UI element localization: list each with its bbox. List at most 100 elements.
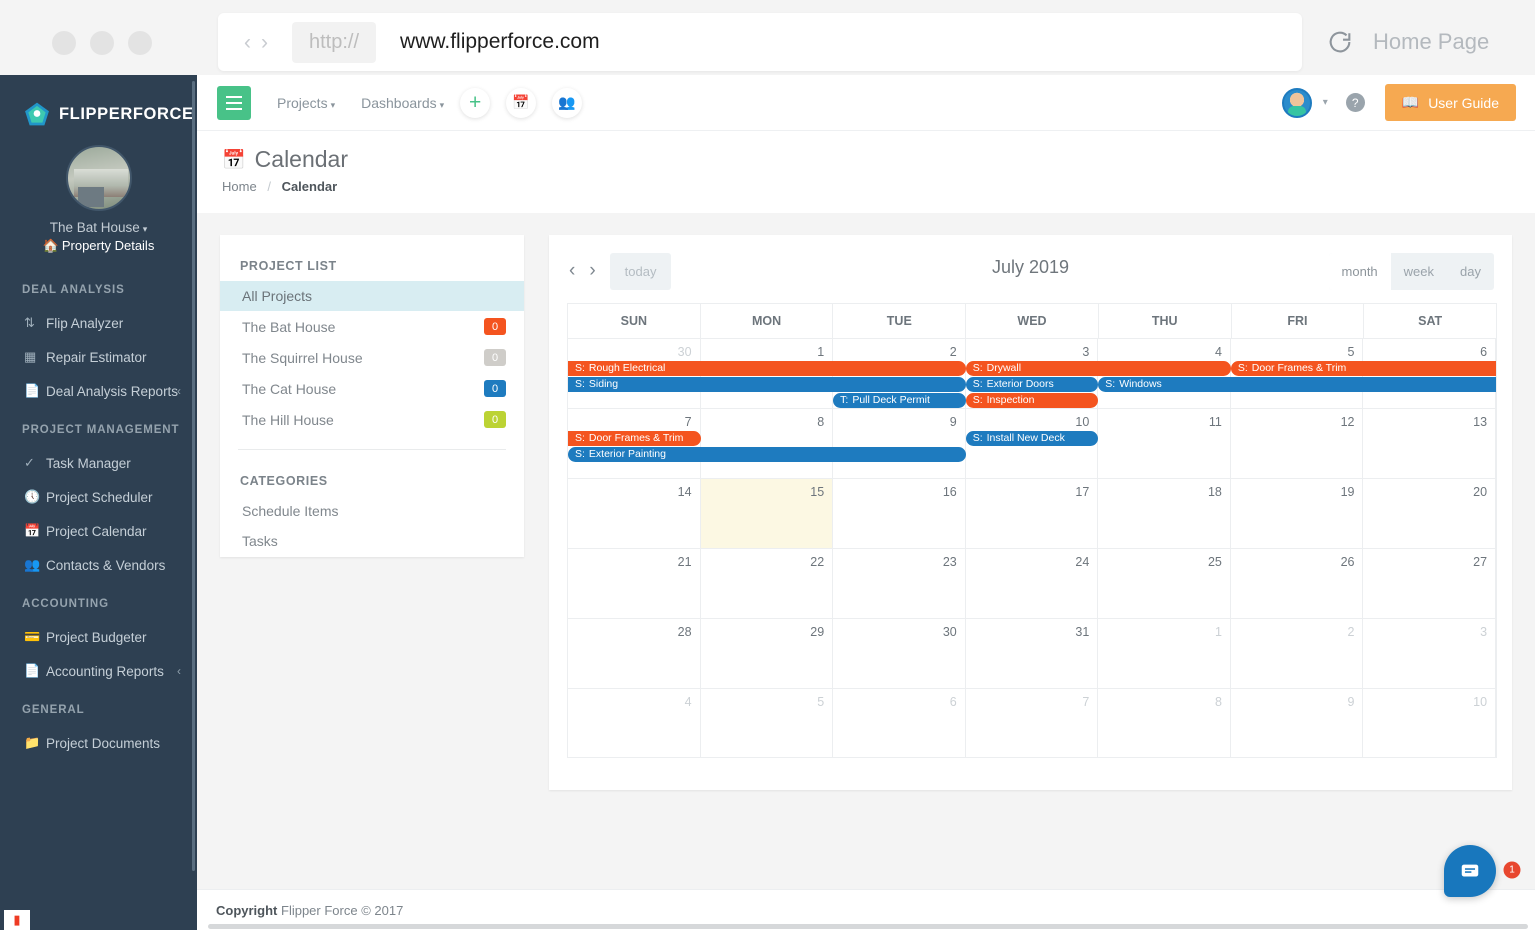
calendar-day-number: 4: [1214, 345, 1222, 359]
window-minimize-dot[interactable]: [90, 31, 114, 55]
current-project-selector[interactable]: The Bat House ▾: [0, 220, 197, 235]
calendar-day-cell[interactable]: 19: [1231, 479, 1364, 548]
calendar-day-cell[interactable]: 29: [701, 619, 834, 688]
calendar-event[interactable]: S: Drywall: [965, 361, 1231, 376]
sidebar-item-task-manager[interactable]: ✓ Task Manager: [0, 446, 197, 480]
calendar-day-cell[interactable]: 13: [1363, 409, 1497, 478]
forward-icon[interactable]: ›: [261, 32, 268, 53]
back-icon[interactable]: ‹: [244, 32, 251, 53]
window-maximize-dot[interactable]: [128, 31, 152, 55]
calendar-event[interactable]: S: Siding: [568, 377, 966, 392]
calendar-event[interactable]: S: Windows: [1098, 377, 1496, 392]
calendar-day-cell[interactable]: 2: [1231, 619, 1364, 688]
contacts-button[interactable]: 👥: [552, 87, 583, 118]
calendar-day-cell[interactable]: 9: [1231, 689, 1364, 757]
calendar-event[interactable]: T: Pull Deck Permit: [833, 393, 966, 408]
calendar-day-cell[interactable]: 30: [833, 619, 966, 688]
calendar-day-cell[interactable]: 10: [1363, 689, 1497, 757]
project-item-the-hill-house[interactable]: The Hill House 0: [220, 404, 524, 435]
address-bar[interactable]: ‹ › http:// www.flipperforce.com: [218, 13, 1302, 71]
nav-dashboards[interactable]: Dashboards ▾: [361, 95, 444, 111]
sidebar-item-accounting-reports[interactable]: 📄 Accounting Reports ‹: [0, 654, 197, 688]
sidebar-item-project-budgeter[interactable]: 💳 Project Budgeter: [0, 620, 197, 654]
calendar-day-cell[interactable]: 8: [701, 409, 834, 478]
calendar-day-cell[interactable]: 6: [833, 689, 966, 757]
calendar-day-cell[interactable]: 14: [568, 479, 701, 548]
project-item-the-cat-house[interactable]: The Cat House 0: [220, 373, 524, 404]
sidebar-item-project-scheduler[interactable]: 🕔 Project Scheduler: [0, 480, 197, 514]
brand[interactable]: FLIPPERFORCE: [0, 75, 197, 127]
calendar-day-cell[interactable]: 22: [701, 549, 834, 618]
calendar-day-cell[interactable]: 9: [833, 409, 966, 478]
sidebar-item-flip-analyzer[interactable]: ⇅ Flip Analyzer: [0, 306, 197, 340]
sidebar-item-project-documents[interactable]: 📁 Project Documents: [0, 726, 197, 760]
calendar-day-cell[interactable]: 26: [1231, 549, 1364, 618]
calendar-day-cell[interactable]: 12: [1231, 409, 1364, 478]
sidebar-item-deal-analysis-reports[interactable]: 📄 Deal Analysis Reports ‹: [0, 374, 197, 408]
calendar-day-cell[interactable]: 8: [1098, 689, 1231, 757]
calendar-day-cell[interactable]: 3: [1363, 619, 1497, 688]
app-header: Projects ▾ Dashboards ▾ + 📅 👥 ▾ ? 📖 User G…: [197, 75, 1535, 131]
calendar-day-number: 5: [1347, 345, 1355, 359]
calendar-event[interactable]: S: Door Frames & Trim: [568, 431, 701, 446]
project-item-all-projects[interactable]: All Projects: [220, 281, 524, 311]
project-item-the-bat-house[interactable]: The Bat House 0: [220, 311, 524, 342]
calendar-event[interactable]: S: Rough Electrical: [568, 361, 966, 376]
nav-projects[interactable]: Projects ▾: [277, 95, 335, 111]
user-guide-button[interactable]: 📖 User Guide: [1384, 84, 1516, 121]
calendar-day-cell[interactable]: 24: [966, 549, 1099, 618]
category-item-schedule-items[interactable]: Schedule Items: [220, 496, 524, 526]
calendar-day-cell[interactable]: 25: [1098, 549, 1231, 618]
project-item-label: The Squirrel House: [242, 349, 363, 366]
calendar-event[interactable]: S: Exterior Painting: [568, 447, 966, 462]
project-item-the-squirrel-house[interactable]: The Squirrel House 0: [220, 342, 524, 373]
calendar-day-cell[interactable]: 31: [966, 619, 1099, 688]
calendar-day-cell[interactable]: 1: [1098, 619, 1231, 688]
calendar-day-cell[interactable]: 23: [833, 549, 966, 618]
calendar-day-cell[interactable]: 17: [966, 479, 1099, 548]
calendar-event[interactable]: S: Install New Deck: [965, 431, 1099, 446]
hamburger-icon[interactable]: [217, 85, 251, 120]
breadcrumb-home[interactable]: Home: [222, 179, 257, 194]
calendar-day-cell[interactable]: 5: [701, 689, 834, 757]
calendar-day-cell[interactable]: 16: [833, 479, 966, 548]
calendar-event-title: Door Frames & Trim: [1251, 362, 1347, 374]
calendar-event[interactable]: S: Exterior Doors: [965, 377, 1099, 392]
help-icon[interactable]: ?: [1345, 93, 1365, 112]
chevron-down-icon[interactable]: ▾: [1323, 97, 1328, 108]
view-week-button[interactable]: week: [1391, 253, 1447, 290]
calendar-day-cell[interactable]: 18: [1098, 479, 1231, 548]
view-day-button[interactable]: day: [1447, 253, 1494, 290]
horizontal-scrollbar[interactable]: [208, 924, 1528, 929]
calendar-day-cell[interactable]: 20: [1363, 479, 1497, 548]
url-input[interactable]: www.flipperforce.com: [400, 30, 600, 54]
users-icon: 👥: [24, 557, 41, 572]
main-content: PROJECT LIST All Projects The Bat House …: [197, 213, 1535, 889]
calendar-event[interactable]: S: Inspection: [965, 393, 1099, 408]
calendar-day-cell[interactable]: 27: [1363, 549, 1497, 618]
category-item-tasks[interactable]: Tasks: [220, 526, 524, 556]
page-title-text: Calendar: [254, 146, 349, 172]
calendar-day-number: 3: [1480, 625, 1488, 639]
reload-icon[interactable]: [1326, 28, 1354, 56]
calendar-event[interactable]: S: Door Frames & Trim: [1230, 361, 1496, 376]
sidebar-scrollbar[interactable]: [192, 81, 195, 871]
calendar-day-cell[interactable]: 7: [966, 689, 1099, 757]
calendar-day-cell[interactable]: 11: [1098, 409, 1231, 478]
sidebar-item-contacts-vendors[interactable]: 👥 Contacts & Vendors: [0, 548, 197, 582]
calendar-day-cell[interactable]: 21: [568, 549, 701, 618]
property-details-link[interactable]: 🏠 Property Details: [0, 238, 197, 254]
add-button[interactable]: +: [460, 87, 491, 118]
view-month-button[interactable]: month: [1328, 253, 1391, 290]
calendar-button[interactable]: 📅: [506, 87, 537, 118]
chat-button[interactable]: [1444, 845, 1496, 897]
user-avatar[interactable]: [1281, 87, 1312, 118]
sidebar-item-project-calendar[interactable]: 📅 Project Calendar: [0, 514, 197, 548]
calendar-day-cell[interactable]: 4: [568, 689, 701, 757]
calendar-day-cell[interactable]: 15: [700, 479, 834, 548]
plus-icon: +: [469, 91, 482, 114]
window-close-dot[interactable]: [52, 31, 76, 55]
sidebar-item-label: Project Documents: [46, 735, 161, 751]
calendar-day-cell[interactable]: 28: [568, 619, 701, 688]
sidebar-item-repair-estimator[interactable]: ▦ Repair Estimator: [0, 340, 197, 374]
